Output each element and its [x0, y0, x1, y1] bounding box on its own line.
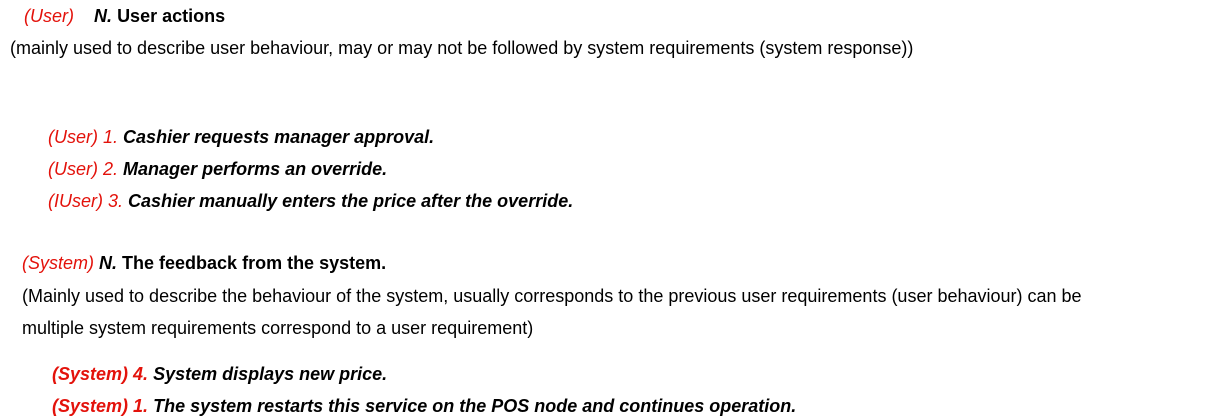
user-actions-title: User actions	[117, 6, 226, 26]
system-marker: N.	[99, 253, 118, 273]
system-description-line-2: multiple system requirements correspond …	[22, 318, 534, 338]
user-item-tag: (User)	[48, 159, 98, 179]
system-item-number: 4.	[133, 364, 149, 384]
user-item-text: Manager performs an override.	[123, 159, 388, 179]
system-item-text: System displays new price.	[153, 364, 388, 384]
user-item-number: 1.	[103, 127, 119, 147]
system-tag: (System)	[22, 253, 94, 273]
user-action-item: (User) 1. Cashier requests manager appro…	[48, 125, 434, 149]
user-action-item: (User) 2. Manager performs an override.	[48, 157, 387, 181]
system-feedback-title: The feedback from the system.	[122, 253, 387, 273]
user-tag: (User)	[24, 6, 74, 26]
user-item-number: 2.	[103, 159, 119, 179]
user-item-text: Cashier manually enters the price after …	[128, 191, 574, 211]
user-action-item: (IUser) 3. Cashier manually enters the p…	[48, 189, 573, 213]
system-item-tag: (System)	[52, 364, 129, 384]
system-response-item: (System) 1. The system restarts this ser…	[52, 394, 796, 418]
system-description-line-1: (Mainly used to describe the behaviour o…	[22, 286, 1082, 306]
user-marker: N.	[94, 6, 113, 26]
user-actions-heading: (User) N. User actions	[24, 4, 225, 28]
user-actions-description: (mainly used to describe user behaviour,…	[10, 38, 914, 58]
user-item-tag: (IUser)	[48, 191, 103, 211]
user-item-number: 3.	[108, 191, 124, 211]
user-item-text: Cashier requests manager approval.	[123, 127, 435, 147]
system-response-item: (System) 4. System displays new price.	[52, 362, 387, 386]
system-item-number: 1.	[133, 396, 149, 416]
user-item-tag: (User)	[48, 127, 98, 147]
system-feedback-heading: (System) N. The feedback from the system…	[22, 251, 386, 275]
system-item-tag: (System)	[52, 396, 129, 416]
system-item-text: The system restarts this service on the …	[153, 396, 797, 416]
